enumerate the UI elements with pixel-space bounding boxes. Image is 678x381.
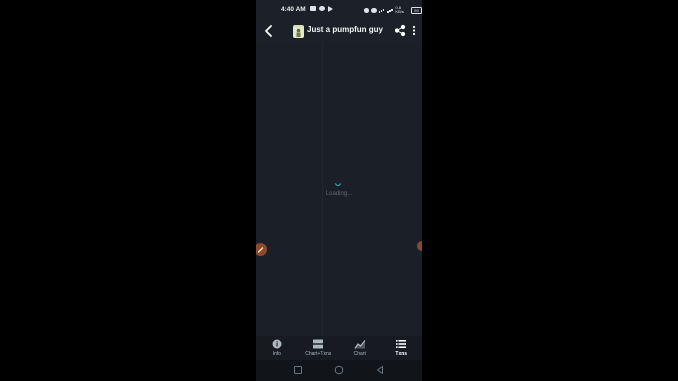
home-button[interactable] (334, 365, 344, 375)
top-app-bar: Just a pumpfun guy (256, 20, 422, 42)
play-icon (328, 6, 333, 12)
system-navigation-bar (256, 360, 422, 381)
battery-icon: 59 (411, 6, 422, 14)
status-system-icons: 0.8 KB/s 59 (364, 6, 422, 14)
share-button[interactable] (394, 24, 406, 37)
loading-spinner-icon (335, 183, 341, 186)
nav-item-chart-txns[interactable]: Chart+Txns (298, 336, 340, 360)
recents-icon (294, 366, 302, 374)
nav-label-info: Info (272, 351, 281, 357)
main-content: Loading... (256, 42, 422, 336)
nav-label-chart: Chart (353, 351, 366, 357)
pencil-icon (257, 247, 264, 253)
nav-item-chart[interactable]: Chart (339, 336, 381, 360)
side-fab[interactable] (417, 241, 422, 251)
shield-icon (319, 6, 325, 11)
system-back-button[interactable] (375, 365, 385, 375)
more-vert-icon (412, 25, 416, 36)
signal-icon-2 (387, 7, 393, 13)
divider-line (322, 42, 323, 336)
home-icon (334, 365, 344, 375)
wifi-icon (371, 7, 377, 13)
phone-screen: 4:40 AM 0.8 KB/s 59 Just a pumpfun guy L… (256, 0, 422, 381)
share-icon (394, 24, 406, 37)
nav-item-info[interactable]: Info (256, 336, 298, 360)
arrow-left-icon (265, 25, 272, 37)
back-button[interactable] (261, 23, 277, 39)
status-bar: 4:40 AM 0.8 KB/s 59 (256, 0, 422, 20)
chart-txns-icon (313, 339, 324, 349)
page-title: Just a pumpfun guy (307, 25, 383, 34)
status-time: 4:40 AM (281, 6, 306, 13)
bottom-navigation: Info Chart+Txns Chart Txns (256, 336, 422, 360)
nav-label-chart-txns: Chart+Txns (305, 351, 332, 357)
video-icon (310, 6, 316, 11)
triangle-back-icon (377, 366, 383, 374)
status-notification-icons (310, 6, 333, 12)
list-icon (396, 340, 407, 348)
alarm-icon (364, 7, 370, 13)
network-speed: 0.8 KB/s (395, 5, 404, 14)
recents-button[interactable] (293, 365, 303, 375)
chart-icon (354, 340, 366, 349)
nav-label-txns: Txns (395, 351, 408, 357)
edit-fab[interactable] (256, 243, 267, 256)
signal-icon (378, 7, 385, 13)
loading-text: Loading... (325, 191, 353, 197)
token-avatar (293, 25, 304, 38)
nav-item-txns[interactable]: Txns (381, 336, 423, 360)
info-icon (272, 339, 282, 349)
more-button[interactable] (410, 24, 418, 37)
